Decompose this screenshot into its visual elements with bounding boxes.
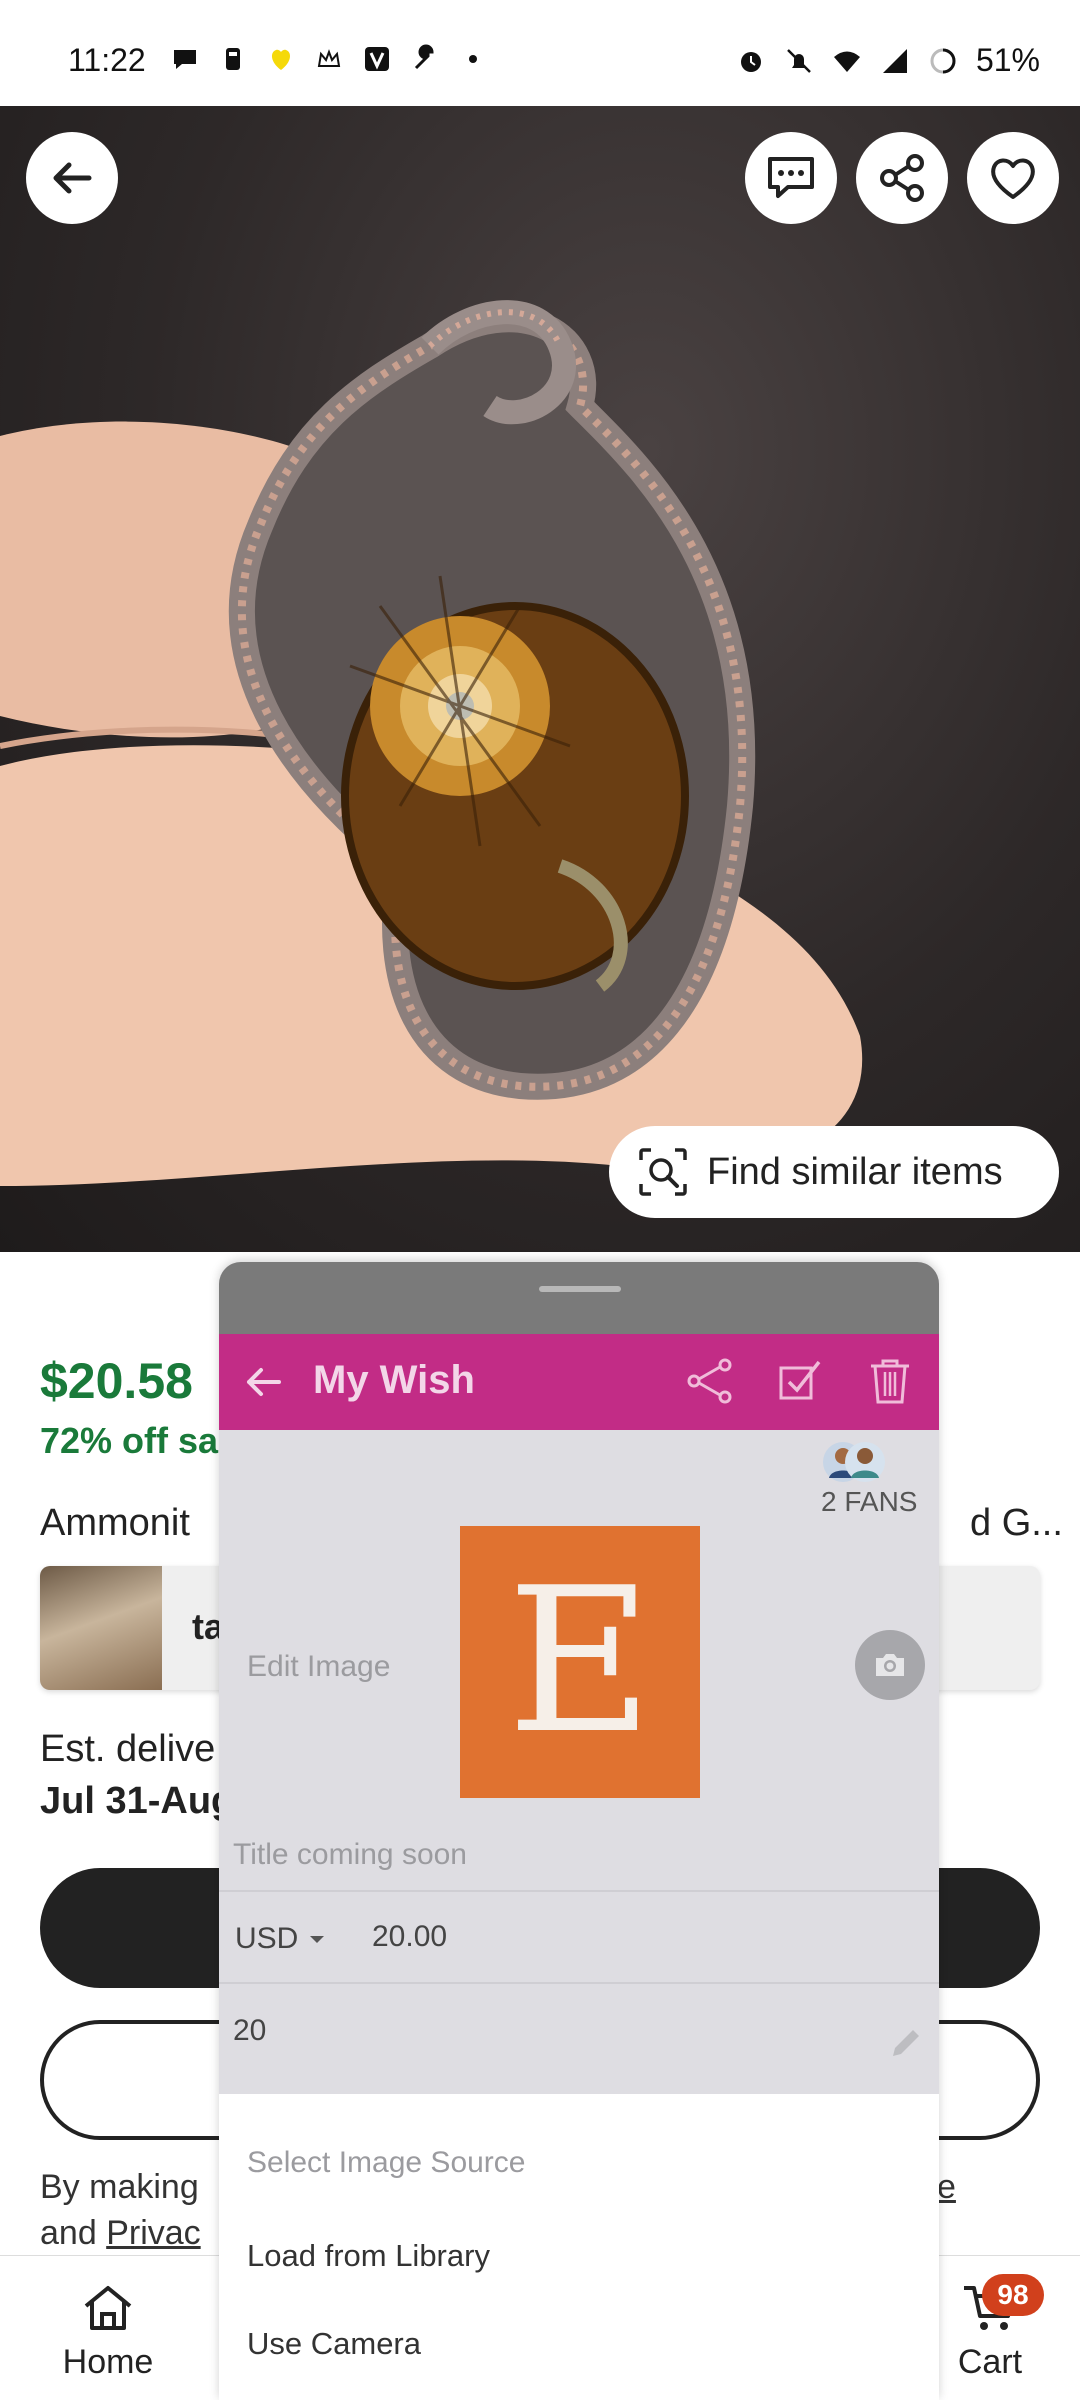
bell-off-icon <box>787 48 811 73</box>
checkbox-icon[interactable] <box>775 1356 825 1406</box>
sheet-title: My Wish <box>313 1358 475 1402</box>
nav-cart[interactable]: 98 Cart <box>930 2274 1050 2382</box>
nav-home[interactable]: Home <box>58 2282 158 2382</box>
nav-home-label: Home <box>62 2343 154 2381</box>
wrench-icon <box>414 44 434 70</box>
alarm-icon <box>740 51 761 72</box>
back-arrow-icon <box>53 162 92 194</box>
use-camera-option[interactable]: Use Camera <box>247 2326 421 2362</box>
sheet-back-icon[interactable] <box>241 1360 285 1404</box>
system-status: 51% <box>736 42 1040 79</box>
visual-search-icon <box>639 1148 687 1196</box>
cup-icon <box>226 48 240 70</box>
wish-title-field[interactable]: Title coming soon <box>233 1838 467 1872</box>
dot-icon <box>469 55 477 63</box>
sheet-drag-area[interactable] <box>219 1262 939 1334</box>
fans-count[interactable]: 2 FANS <box>821 1486 917 1518</box>
message-seller-button[interactable] <box>745 132 837 224</box>
fans-avatars-icon <box>823 1442 885 1482</box>
edit-pencil-icon[interactable] <box>887 2024 925 2062</box>
etsy-logo-image[interactable]: E <box>460 1526 700 1798</box>
sheet-actions <box>685 1356 915 1406</box>
discount-text: 72% off sa <box>40 1420 219 1461</box>
edit-image-label[interactable]: Edit Image <box>247 1650 390 1684</box>
delivery-label: Est. delive <box>40 1728 216 1770</box>
wifi-icon <box>833 51 860 72</box>
battery-percent: 51% <box>975 42 1040 78</box>
share-icon[interactable] <box>685 1356 735 1406</box>
heart-icon <box>991 158 1035 199</box>
image-source-title: Select Image Source <box>247 2146 526 2179</box>
chat-bubble-icon <box>174 50 196 69</box>
variant-thumbnail <box>40 1566 162 1690</box>
camera-icon <box>876 1654 904 1676</box>
heart-hands-icon <box>271 49 291 70</box>
quantity-field[interactable]: 20 <box>233 2014 266 2048</box>
battery-ring-icon <box>930 48 956 73</box>
favorite-button[interactable] <box>967 132 1059 224</box>
crown-icon <box>317 49 341 67</box>
legal-text: By making <box>40 2168 199 2206</box>
status-bar: 11:22 51% <box>0 0 1080 106</box>
trash-icon[interactable] <box>865 1356 915 1406</box>
product-image-gallery[interactable]: Find similar items <box>0 106 1080 1252</box>
legal-and: and <box>40 2214 97 2252</box>
status-time: 11:22 <box>68 42 146 78</box>
currency-value: USD <box>235 1922 299 1955</box>
image-source-menu: Select Image Source Load from Library Us… <box>219 2094 939 2400</box>
drag-handle[interactable] <box>539 1286 621 1292</box>
sheet-header: My Wish <box>219 1334 939 1430</box>
price: $20.58 <box>40 1353 193 1409</box>
currency-select[interactable]: USD <box>235 1922 326 1956</box>
dropdown-arrow-icon <box>310 1936 325 1943</box>
divider <box>219 1890 939 1892</box>
privacy-link[interactable]: Privac <box>106 2214 200 2252</box>
share-icon <box>880 154 924 202</box>
nav-cart-label: Cart <box>957 2343 1023 2381</box>
find-similar-label: Find similar items <box>707 1150 1003 1193</box>
product-photo <box>0 300 863 1186</box>
product-title-end: d G... <box>970 1502 1063 1544</box>
share-button[interactable] <box>856 132 948 224</box>
load-from-library-option[interactable]: Load from Library <box>247 2238 490 2274</box>
my-wish-sheet: My Wish 2 FANS Edit Image E Title coming… <box>219 1262 939 2400</box>
legal-text-line2: and Privac <box>40 2214 201 2253</box>
divider <box>219 1982 939 1984</box>
delivery-date: Jul 31-Aug <box>40 1780 235 1822</box>
back-button[interactable] <box>26 132 118 224</box>
cart-count-badge: 98 <box>982 2274 1044 2316</box>
notification-icons <box>170 44 488 74</box>
etsy-logo-letter: E <box>507 1545 653 1778</box>
home-icon <box>84 2286 132 2330</box>
camera-button[interactable] <box>855 1630 925 1700</box>
v-app-icon <box>365 47 389 71</box>
message-icon <box>768 157 814 198</box>
signal-icon <box>882 48 907 73</box>
find-similar-button[interactable]: Find similar items <box>609 1126 1059 1218</box>
price-input[interactable]: 20.00 <box>372 1920 447 1954</box>
